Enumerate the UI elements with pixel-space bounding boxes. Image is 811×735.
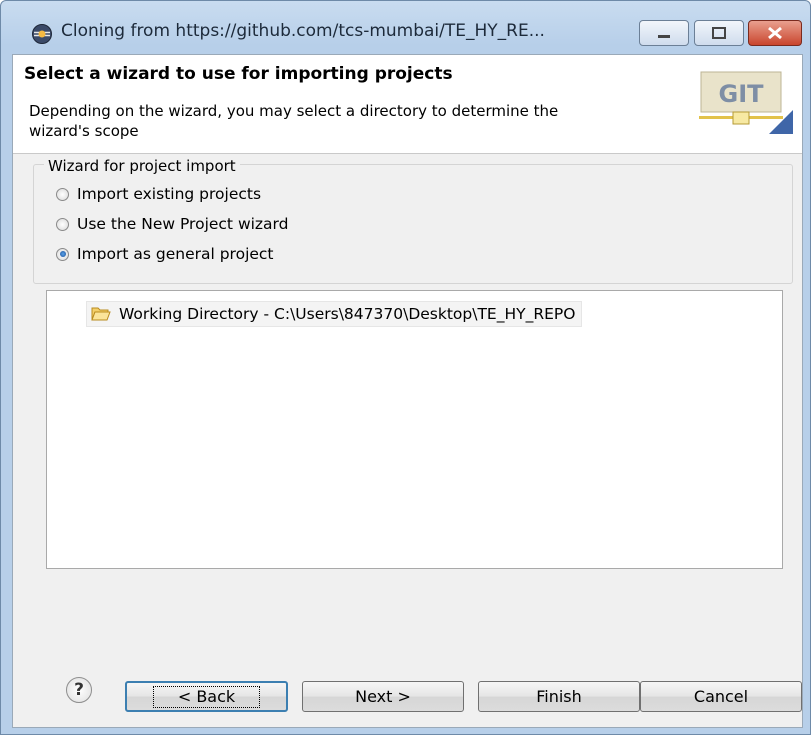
maximize-button[interactable]	[694, 20, 744, 46]
help-icon[interactable]: ?	[66, 677, 92, 703]
tree-item-working-directory[interactable]: Working Directory - C:\Users\847370\Desk…	[86, 301, 583, 327]
back-button-label: < Back	[152, 685, 261, 708]
page-description: Depending on the wizard, you may select …	[29, 102, 559, 140]
maximize-icon	[712, 27, 726, 39]
wizard-header: Select a wizard to use for importing pro…	[13, 55, 802, 154]
title-bar[interactable]: Cloning from https://github.com/tcs-mumb…	[1, 1, 810, 46]
back-button[interactable]: < Back	[125, 681, 288, 712]
group-legend: Wizard for project import	[44, 157, 240, 175]
radio-button-selected[interactable]	[56, 247, 69, 261]
finish-button[interactable]: Finish	[478, 681, 640, 712]
folder-open-icon	[91, 307, 111, 321]
option-new-project-wizard[interactable]: Use the New Project wizard	[56, 215, 289, 233]
finish-button-label: Finish	[536, 687, 582, 706]
radio-button[interactable]	[56, 217, 69, 231]
minimize-button[interactable]	[639, 20, 689, 46]
close-button[interactable]	[748, 20, 802, 46]
git-banner-text: GIT	[719, 80, 765, 108]
minimize-icon	[658, 35, 670, 38]
page-title: Select a wizard to use for importing pro…	[24, 64, 453, 84]
eclipse-icon	[32, 24, 52, 44]
option-label: Import as general project	[77, 245, 274, 263]
radio-button[interactable]	[56, 187, 69, 201]
cancel-button[interactable]: Cancel	[640, 681, 802, 712]
dialog-window: Cloning from https://github.com/tcs-mumb…	[0, 0, 811, 735]
next-button-label: Next >	[355, 687, 411, 706]
button-bar: ? < Back Next > Finish Cancel	[13, 659, 802, 719]
next-button[interactable]: Next >	[302, 681, 464, 712]
tree-item-label: Working Directory - C:\Users\847370\Desk…	[119, 305, 576, 323]
cancel-button-label: Cancel	[693, 687, 749, 706]
dialog-body: Select a wizard to use for importing pro…	[12, 54, 803, 728]
option-label: Import existing projects	[77, 185, 262, 203]
option-import-existing[interactable]: Import existing projects	[56, 185, 261, 203]
option-import-general[interactable]: Import as general project	[56, 245, 274, 263]
window-title: Cloning from https://github.com/tcs-mumb…	[61, 21, 545, 41]
git-banner-icon: GIT	[699, 71, 793, 134]
close-icon	[768, 26, 782, 40]
wizard-options-group: Wizard for project import Import existin…	[33, 157, 793, 284]
directory-tree[interactable]: Working Directory - C:\Users\847370\Desk…	[46, 290, 783, 569]
option-label: Use the New Project wizard	[77, 215, 289, 233]
